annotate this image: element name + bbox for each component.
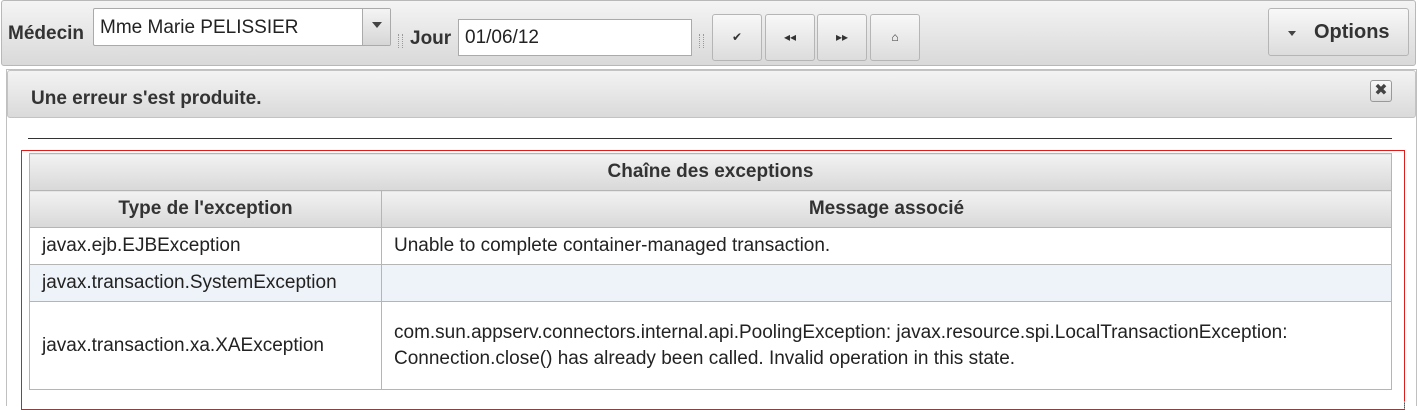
medecin-dropdown-button[interactable] bbox=[362, 9, 390, 45]
today-home-button[interactable]: ⌂ bbox=[870, 14, 920, 61]
exception-type-cell: javax.transaction.SystemException bbox=[29, 264, 382, 302]
toolbar: Médecin Mme Marie PELISSIER Jour ✔ ◂◂ ▸▸… bbox=[1, 0, 1416, 66]
exception-type-cell: javax.transaction.xa.XAException bbox=[29, 301, 382, 390]
table-caption: Chaîne des exceptions bbox=[29, 153, 1392, 191]
fast-forward-icon: ▸▸ bbox=[835, 30, 849, 44]
medecin-select-value: Mme Marie PELISSIER bbox=[100, 17, 299, 38]
table-row: javax.transaction.SystemException bbox=[29, 264, 1392, 302]
chevron-down-icon bbox=[1288, 31, 1296, 36]
medecin-label: Médecin bbox=[8, 23, 85, 44]
exceptions-table: Chaîne des exceptions Type de l'exceptio… bbox=[29, 153, 1392, 390]
table-row: javax.transaction.xa.XAException com.sun… bbox=[29, 301, 1392, 390]
next-day-button[interactable]: ▸▸ bbox=[817, 14, 867, 61]
close-button[interactable]: ✖ bbox=[1370, 80, 1392, 102]
table-row: javax.ejb.EJBException Unable to complet… bbox=[29, 227, 1392, 265]
error-title: Une erreur s'est produite. bbox=[31, 88, 262, 109]
medecin-select[interactable]: Mme Marie PELISSIER bbox=[93, 8, 391, 46]
close-icon: ✖ bbox=[1374, 82, 1388, 99]
divider bbox=[28, 138, 1392, 139]
home-icon: ⌂ bbox=[891, 30, 899, 44]
jour-date-input[interactable] bbox=[458, 19, 692, 56]
validate-button[interactable]: ✔ bbox=[712, 14, 762, 61]
checkmark-icon: ✔ bbox=[731, 30, 743, 44]
toolbar-separator bbox=[398, 34, 403, 48]
column-header-type: Type de l'exception bbox=[29, 190, 382, 228]
exception-type-cell: javax.ejb.EJBException bbox=[29, 227, 382, 265]
exception-message-cell: com.sun.appserv.connectors.internal.api.… bbox=[381, 301, 1392, 390]
options-label: Options bbox=[1314, 21, 1390, 43]
options-menu-button[interactable]: Options bbox=[1268, 8, 1409, 56]
chevron-down-icon bbox=[372, 22, 382, 28]
error-panel: Une erreur s'est produite. ✖ Chaîne des … bbox=[6, 69, 1417, 410]
resize-handle bbox=[1404, 401, 1408, 409]
column-header-message: Message associé bbox=[381, 190, 1392, 228]
jour-label: Jour bbox=[410, 28, 452, 49]
toolbar-separator bbox=[699, 34, 704, 48]
error-panel-header: Une erreur s'est produite. ✖ bbox=[7, 70, 1416, 118]
exception-message-cell: Unable to complete container-managed tra… bbox=[381, 227, 1392, 265]
previous-day-button[interactable]: ◂◂ bbox=[765, 14, 815, 61]
exception-message-cell bbox=[381, 264, 1392, 302]
rewind-icon: ◂◂ bbox=[783, 30, 797, 44]
